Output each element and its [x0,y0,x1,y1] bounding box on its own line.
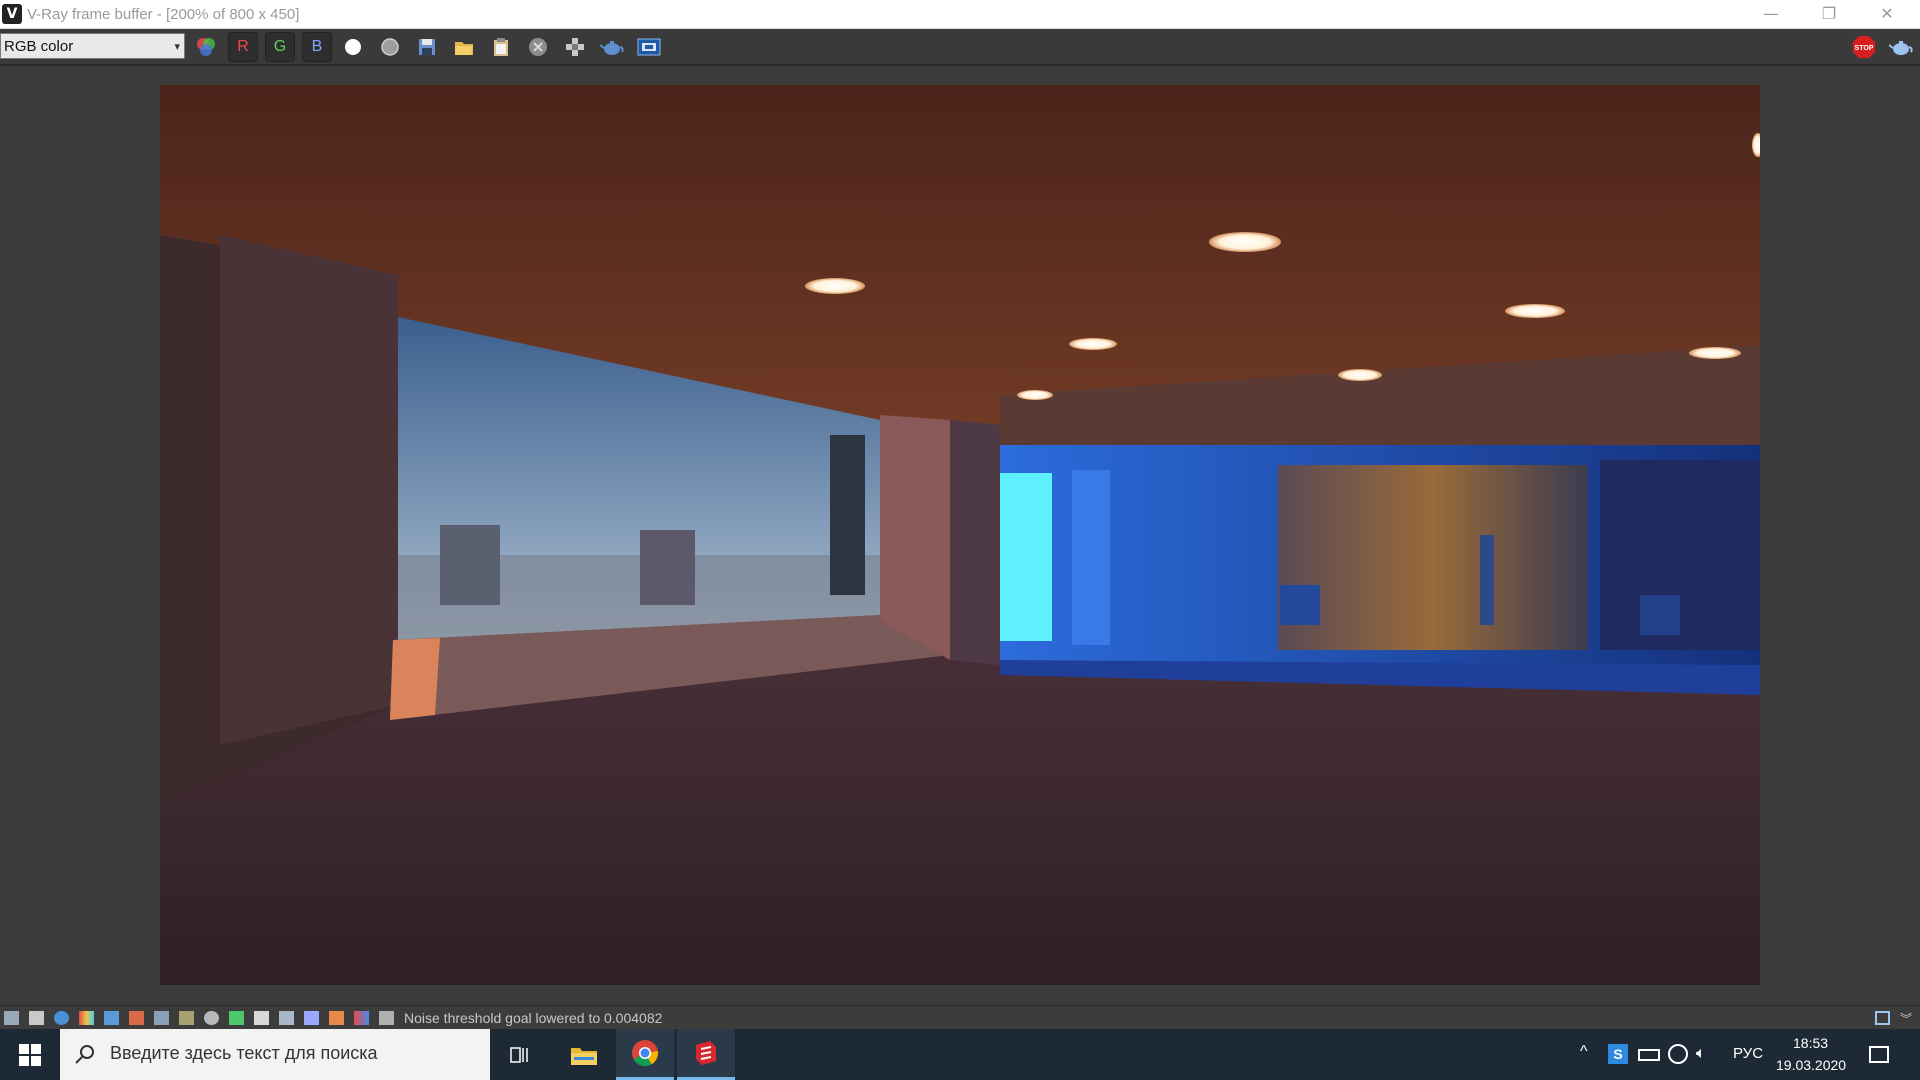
minimize-button[interactable]: — [1742,0,1800,29]
color-gradient-icon[interactable] [79,1011,94,1025]
start-button[interactable] [0,1029,60,1080]
channel-red-button[interactable]: R [228,32,258,62]
clock-time[interactable]: 18:53 [1793,1035,1828,1051]
task-view-icon[interactable] [490,1029,548,1080]
stats-icon[interactable] [129,1011,144,1025]
chrome-icon[interactable] [616,1029,674,1080]
correction-icon[interactable] [179,1011,194,1025]
sketchup-icon[interactable] [677,1029,735,1080]
globe-icon[interactable] [1668,1044,1688,1064]
clear-icon[interactable] [524,33,552,61]
vfb-history-icon[interactable] [635,33,663,61]
channel-select-value: RGB color [4,38,74,55]
color-channels-icon[interactable] [192,33,220,61]
lut-file-icon[interactable] [279,1011,294,1025]
list-icon[interactable] [29,1011,44,1025]
battery-icon[interactable] [1638,1049,1660,1061]
render-viewport[interactable] [0,66,1920,1005]
white-circle-icon[interactable] [339,33,367,61]
chevron-down-icon[interactable]: ︾ [1900,1010,1915,1026]
vray-logo-icon: V [2,4,22,24]
vfb-toolbar: RGB color ▾ R G B STOP [0,29,1920,65]
taskbar: Введите здесь текст для поиска ^ S 🔈︎ РУ… [0,1029,1920,1080]
open-folder-icon[interactable] [450,33,478,61]
histogram-icon[interactable] [154,1011,169,1025]
lens-icon[interactable] [204,1011,219,1025]
volume-icon[interactable]: 🔈︎ [1696,1045,1706,1063]
skype-icon[interactable]: S [1608,1044,1628,1064]
grey-circle-icon[interactable] [376,33,404,61]
status-message: Noise threshold goal lowered to 0.004082 [404,1010,663,1026]
levels-icon[interactable] [354,1011,369,1025]
file-explorer-icon[interactable] [555,1029,613,1080]
clipboard-icon[interactable] [487,33,515,61]
search-placeholder: Введите здесь текст для поиска [110,1043,378,1063]
maximize-button[interactable]: ❐ [1800,0,1858,29]
search-icon [75,1045,94,1064]
info-icon[interactable] [54,1011,69,1025]
teapot-render-icon[interactable] [598,33,626,61]
channel-blue-button[interactable]: B [302,32,332,62]
save-icon[interactable] [413,33,441,61]
language-indicator[interactable]: РУС [1733,1045,1763,1062]
title-bar: V V-Ray frame buffer - [200% of 800 x 45… [0,0,1920,29]
chevron-down-icon: ▾ [174,41,180,53]
clock-date[interactable]: 19.03.2020 [1776,1057,1846,1073]
ocio-icon[interactable] [304,1011,319,1025]
crop-icon[interactable] [379,1011,394,1025]
status-bar: Noise threshold goal lowered to 0.004082… [0,1005,1920,1029]
channel-green-button[interactable]: G [265,32,295,62]
close-button[interactable]: ✕ [1858,0,1916,29]
rendered-image [160,85,1760,985]
panel-icon[interactable] [4,1011,19,1025]
window-title: V-Ray frame buffer - [200% of 800 x 450] [27,6,300,23]
stop-render-icon[interactable]: STOP [1850,33,1878,61]
lut-icon[interactable] [104,1011,119,1025]
track-mouse-icon[interactable] [561,33,589,61]
windows-icon [19,1043,41,1066]
search-input[interactable]: Введите здесь текст для поиска [60,1029,490,1080]
render-teapot-icon[interactable] [1887,33,1915,61]
tray-chevron-icon[interactable]: ^ [1580,1043,1588,1061]
curve-icon[interactable] [254,1011,269,1025]
hue-icon[interactable] [229,1011,244,1025]
notification-icon[interactable] [1869,1046,1889,1063]
stop-label: STOP [1855,45,1874,52]
exposure-icon[interactable] [329,1011,344,1025]
channel-select[interactable]: RGB color ▾ [0,33,185,59]
expand-panel-icon[interactable] [1875,1011,1890,1025]
